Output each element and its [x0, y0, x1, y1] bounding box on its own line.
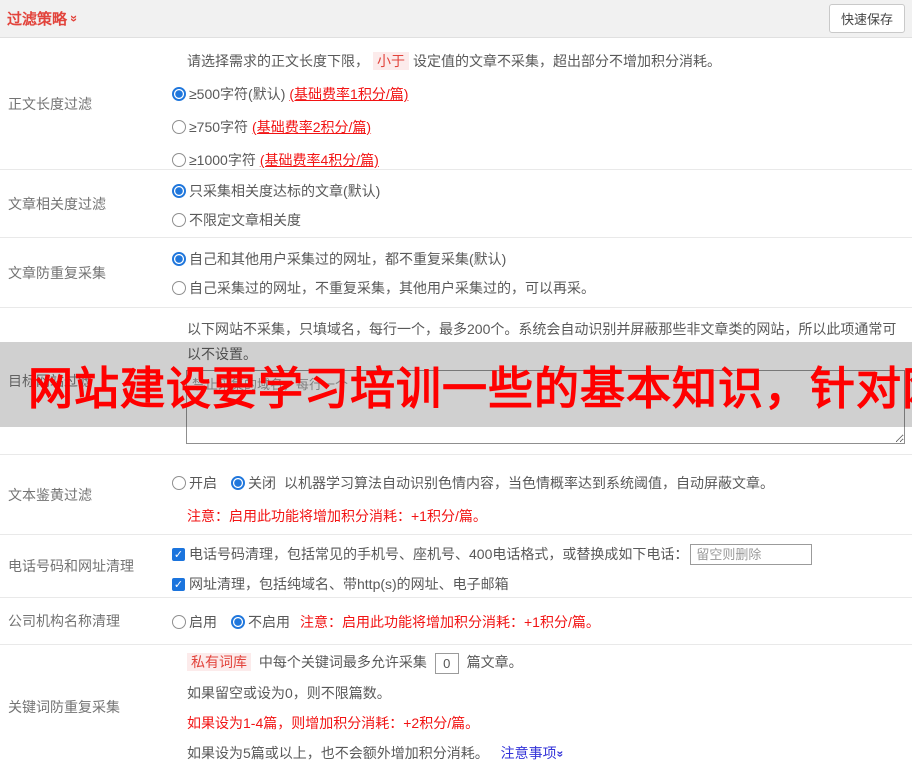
row-company-name-cleanup: 公司机构名称清理 启用 不启用 注意：启用此功能将增加积分消耗：+1积分/篇。	[0, 598, 912, 645]
target-site-desc: 以下网站不采集，只填域名，每行一个，最多200个。系统会自动识别并屏蔽那些非文章…	[187, 317, 905, 367]
radio-unchecked-icon[interactable]	[172, 615, 186, 629]
company-cleanup-off-label: 不启用	[248, 611, 290, 633]
radio-option-1000[interactable]: ≥1000字符 (基础费率4积分/篇)	[172, 149, 904, 171]
replacement-phone-input[interactable]	[690, 544, 812, 565]
row-keyword-dedup: 关键词防重复采集 私有词库 中每个关键词最多允许采集 篇文章。 如果留空或设为0…	[0, 645, 912, 768]
max-articles-input[interactable]	[435, 653, 459, 674]
radio-checked-icon[interactable]	[231, 476, 245, 490]
filter-strategy-page: 过滤策略 » 快速保存 正文长度过滤 请选择需求的正文长度下限，小于设定值的文章…	[0, 0, 912, 768]
row-label: 文章防重复采集	[0, 238, 172, 307]
row-body-length-filter: 正文长度过滤 请选择需求的正文长度下限，小于设定值的文章不采集，超出部分不增加积…	[0, 38, 912, 170]
row-target-site-filter: 目标网站过滤 以下网站不采集，只填域名，每行一个，最多200个。系统会自动识别并…	[0, 308, 912, 455]
radio-option-dedup-all[interactable]: 自己和其他用户采集过的网址，都不重复采集(默认)	[172, 248, 904, 270]
row-label: 公司机构名称清理	[0, 598, 172, 644]
radio-unchecked-icon[interactable]	[172, 476, 186, 490]
row-label: 文本鉴黄过滤	[0, 455, 172, 534]
company-cleanup-note: 注意：启用此功能将增加积分消耗：+1积分/篇。	[300, 611, 600, 633]
keyword-note-1-4: 如果设为1-4篇，则增加积分消耗：+2积分/篇。	[187, 712, 904, 734]
keyword-note-empty: 如果留空或设为0，则不限篇数。	[187, 682, 904, 704]
keyword-note-5plus: 如果设为5篇或以上，也不会额外增加积分消耗。	[187, 745, 489, 761]
page-title: 过滤策略	[7, 8, 67, 29]
radio-unchecked-icon[interactable]	[172, 281, 186, 295]
quick-save-button[interactable]: 快速保存	[829, 4, 905, 33]
row-label: 正文长度过滤	[0, 38, 172, 169]
porn-filter-off-label: 关闭	[248, 472, 276, 494]
checkbox-checked-icon[interactable]: ✓	[172, 548, 185, 561]
row-label: 电话号码和网址清理	[0, 535, 172, 597]
porn-filter-note: 注意：启用此功能将增加积分消耗：+1积分/篇。	[187, 505, 904, 527]
row-label: 目标网站过滤	[0, 308, 172, 454]
fee-note: (基础费率1积分/篇)	[289, 83, 408, 105]
notice-link[interactable]: 注意事项»	[501, 745, 564, 761]
company-cleanup-on-label: 启用	[189, 611, 217, 633]
radio-option-500[interactable]: ≥500字符(默认) (基础费率1积分/篇)	[172, 83, 904, 105]
radio-checked-icon[interactable]	[231, 615, 245, 629]
row-label: 关键词防重复采集	[0, 645, 172, 768]
double-chevron-down-icon: »	[549, 750, 571, 757]
radio-option-750[interactable]: ≥750字符 (基础费率2积分/篇)	[172, 116, 904, 138]
radio-checked-icon[interactable]	[172, 252, 186, 266]
phone-cleanup-label: 电话号码清理，包括常见的手机号、座机号、400电话格式，或替换成如下电话：	[189, 543, 688, 565]
url-cleanup-label: 网址清理，包括纯域名、带http(s)的网址、电子邮箱	[189, 573, 509, 595]
section-title-toggle[interactable]: 过滤策略 »	[7, 8, 78, 29]
fee-note: (基础费率2积分/篇)	[252, 116, 371, 138]
porn-filter-on-label: 开启	[189, 472, 217, 494]
private-lexicon-badge: 私有词库	[187, 653, 251, 671]
double-chevron-down-icon: »	[67, 15, 82, 22]
row-phone-url-cleanup: 电话号码和网址清理 ✓ 电话号码清理，包括常见的手机号、座机号、400电话格式，…	[0, 535, 912, 598]
row-porn-filter: 文本鉴黄过滤 开启 关闭 以机器学习算法自动识别色情内容，当色情概率达到系统阈值…	[0, 455, 912, 535]
radio-option-relevance-default[interactable]: 只采集相关度达标的文章(默认)	[172, 180, 904, 202]
checkbox-checked-icon[interactable]: ✓	[172, 578, 185, 591]
row-relevance-filter: 文章相关度过滤 只采集相关度达标的文章(默认) 不限定文章相关度	[0, 170, 912, 238]
less-than-badge: 小于	[373, 52, 409, 70]
radio-unchecked-icon[interactable]	[172, 213, 186, 227]
radio-option-dedup-own[interactable]: 自己采集过的网址，不重复采集，其他用户采集过的，可以再采。	[172, 277, 904, 299]
radio-checked-icon[interactable]	[172, 184, 186, 198]
radio-unchecked-icon[interactable]	[172, 153, 186, 167]
row-label: 文章相关度过滤	[0, 170, 172, 237]
row-dedup-collection: 文章防重复采集 自己和其他用户采集过的网址，都不重复采集(默认) 自己采集过的网…	[0, 238, 912, 308]
radio-unchecked-icon[interactable]	[172, 120, 186, 134]
body-length-intro: 请选择需求的正文长度下限，小于设定值的文章不采集，超出部分不增加积分消耗。	[187, 50, 904, 72]
radio-checked-icon[interactable]	[172, 87, 186, 101]
fee-note: (基础费率4积分/篇)	[260, 149, 379, 171]
blocked-domains-textarea[interactable]	[186, 370, 905, 444]
porn-filter-desc: 以机器学习算法自动识别色情内容，当色情概率达到系统阈值，自动屏蔽文章。	[284, 472, 774, 494]
radio-option-relevance-any[interactable]: 不限定文章相关度	[172, 209, 904, 231]
header-bar: 过滤策略 » 快速保存	[0, 0, 912, 38]
